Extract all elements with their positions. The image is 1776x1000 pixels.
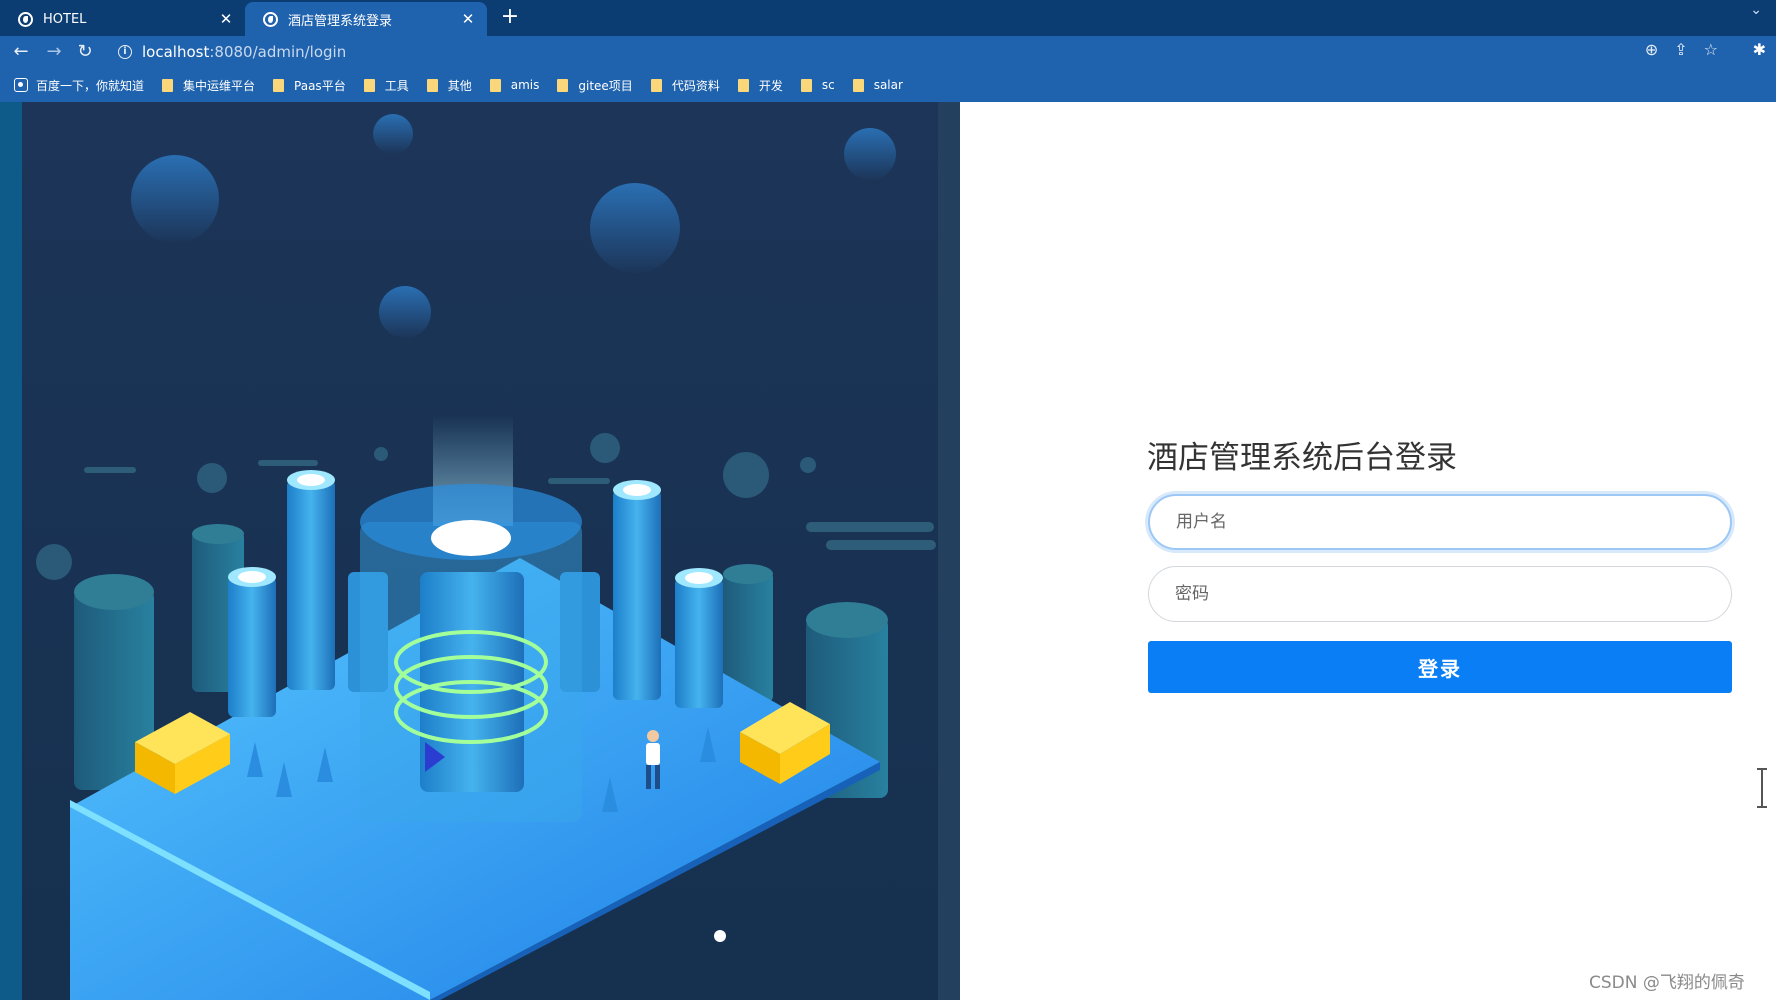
login-title: 酒店管理系统后台登录 xyxy=(1147,440,1457,476)
browser-toolbar: ← → ↻ i localhost:8080/admin/login ⊕ ⇪ ☆… xyxy=(0,36,1776,68)
folder-icon xyxy=(800,78,812,92)
close-icon[interactable]: ✕ xyxy=(459,10,477,28)
url-host: localhost xyxy=(142,43,210,61)
folder-icon xyxy=(489,78,501,92)
back-arrow-icon[interactable]: ← xyxy=(9,40,33,64)
bookmark-label: Paas平台 xyxy=(294,78,346,93)
resize-handle-icon[interactable] xyxy=(1757,768,1773,808)
bookmark-label: 工具 xyxy=(384,78,409,93)
tab-bar: HOTEL ✕ 酒店管理系统登录 ✕ + ⌄ xyxy=(0,0,1776,36)
url-text[interactable]: localhost:8080/admin/login xyxy=(142,43,346,61)
bookmark-label: 集中运维平台 xyxy=(183,78,256,93)
login-button[interactable]: 登录 xyxy=(1148,641,1732,693)
info-icon[interactable]: i xyxy=(118,45,132,59)
zoom-icon[interactable]: ⊕ xyxy=(1645,40,1658,59)
bookmark-folder[interactable]: gitee项目 xyxy=(557,77,633,94)
folder-icon xyxy=(737,78,749,92)
globe-icon xyxy=(18,11,33,27)
bookmark-folder[interactable]: amis xyxy=(489,78,540,92)
bookmark-label: gitee项目 xyxy=(578,78,633,93)
tab-hotel[interactable]: HOTEL ✕ xyxy=(0,2,245,36)
share-icon[interactable]: ⇪ xyxy=(1674,40,1687,59)
folder-icon xyxy=(650,78,662,92)
bookmark-folder[interactable]: sc xyxy=(800,78,835,92)
folder-icon xyxy=(162,78,174,92)
bookmark-folder[interactable]: 代码资料 xyxy=(650,77,720,94)
plus-icon[interactable]: + xyxy=(498,4,522,30)
folder-icon xyxy=(363,78,375,92)
folder-icon xyxy=(426,78,438,92)
bookmark-folder[interactable]: 工具 xyxy=(363,77,409,94)
username-input[interactable] xyxy=(1148,494,1732,550)
star-icon[interactable]: ☆ xyxy=(1704,40,1718,59)
tab-login[interactable]: 酒店管理系统登录 ✕ xyxy=(245,2,487,36)
address-bar-actions: ⊕ ⇪ ☆ xyxy=(1645,40,1718,59)
login-page: 酒店管理系统后台登录 登录 CSDN @飞翔的佩奇 xyxy=(0,102,1776,1000)
tab-title: HOTEL xyxy=(43,11,87,27)
extensions-icon[interactable]: ✱ xyxy=(1753,40,1766,59)
bookmarks-bar: 百度一下，你就知道 集中运维平台 Paas平台 工具 其他 amis gitee… xyxy=(0,68,1776,102)
bookmark-label: salar xyxy=(873,78,903,92)
bookmark-label: 代码资料 xyxy=(671,78,720,93)
folder-icon xyxy=(273,78,285,92)
password-input[interactable] xyxy=(1148,566,1732,622)
reload-icon[interactable]: ↻ xyxy=(73,40,97,64)
isometric-server-illustration xyxy=(0,102,960,1000)
bookmark-baidu[interactable]: 百度一下，你就知道 xyxy=(14,77,144,94)
folder-icon xyxy=(852,78,864,92)
bookmark-folder[interactable]: 其他 xyxy=(426,77,472,94)
bookmark-folder[interactable]: 开发 xyxy=(737,77,783,94)
bookmark-folder[interactable]: 集中运维平台 xyxy=(162,77,255,94)
bookmark-folder[interactable]: Paas平台 xyxy=(273,77,346,94)
close-icon[interactable]: ✕ xyxy=(217,10,235,28)
bookmark-label: 其他 xyxy=(447,78,472,93)
illustration-svg xyxy=(0,102,960,1000)
globe-icon xyxy=(263,11,278,27)
forward-arrow-icon[interactable]: → xyxy=(42,40,66,64)
address-bar[interactable]: i localhost:8080/admin/login xyxy=(110,39,1750,65)
watermark: CSDN @飞翔的佩奇 xyxy=(1589,973,1745,993)
bookmark-label: sc xyxy=(821,78,835,92)
tab-title: 酒店管理系统登录 xyxy=(288,13,393,29)
bookmark-label: 开发 xyxy=(758,78,783,93)
bookmark-label: 百度一下，你就知道 xyxy=(36,78,145,93)
chevron-down-icon[interactable]: ⌄ xyxy=(1750,2,1762,18)
baidu-icon xyxy=(14,78,28,92)
folder-icon xyxy=(557,78,569,92)
url-path: :8080/admin/login xyxy=(209,43,347,61)
bookmark-label: amis xyxy=(510,78,540,92)
bookmark-folder[interactable]: salar xyxy=(852,78,903,92)
